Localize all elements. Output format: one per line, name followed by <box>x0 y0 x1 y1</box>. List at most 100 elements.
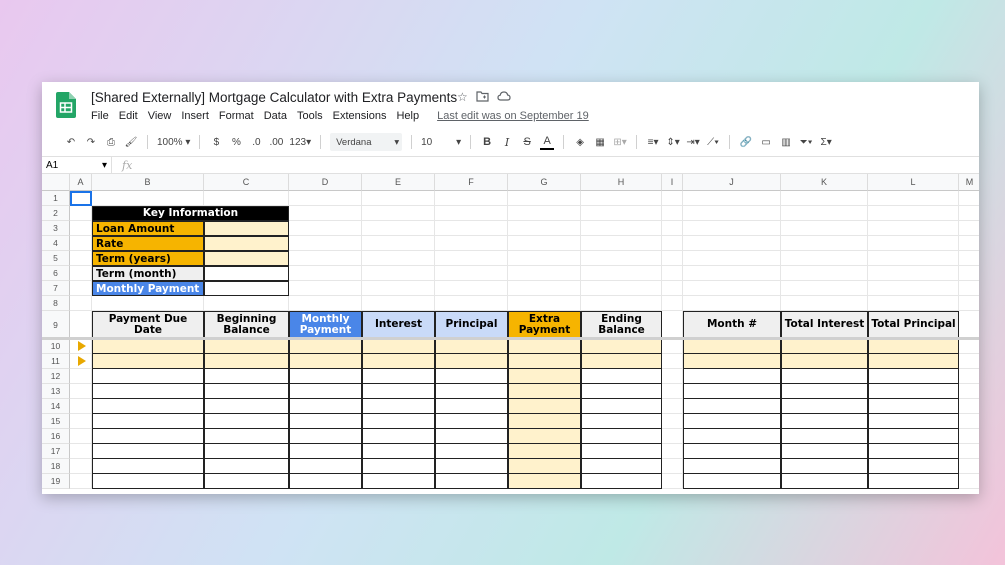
column-header-i[interactable]: I <box>662 174 683 191</box>
grid-cell[interactable] <box>662 384 683 399</box>
grid-cell[interactable] <box>662 354 683 369</box>
paint-format-icon[interactable]: 🖌 <box>124 133 138 151</box>
summary-cell[interactable] <box>683 444 781 459</box>
table-cell[interactable] <box>581 474 662 489</box>
filter-icon[interactable]: ⏷▾ <box>799 133 813 151</box>
grid-cell[interactable] <box>362 221 435 236</box>
fill-color-icon[interactable]: ◈ <box>573 133 587 151</box>
row-header-18[interactable]: 18 <box>42 459 70 474</box>
table-cell[interactable] <box>92 474 204 489</box>
grid-cell[interactable] <box>289 236 362 251</box>
table-cell[interactable] <box>362 339 435 354</box>
table-cell[interactable] <box>508 474 581 489</box>
table-cell[interactable] <box>435 444 508 459</box>
grid-cell[interactable] <box>683 191 781 206</box>
table-cell[interactable] <box>92 414 204 429</box>
summary-cell[interactable] <box>683 399 781 414</box>
table-cell[interactable] <box>581 429 662 444</box>
grid-cell[interactable] <box>683 236 781 251</box>
grid-cell[interactable] <box>508 236 581 251</box>
table-cell[interactable] <box>581 339 662 354</box>
row-header-5[interactable]: 5 <box>42 251 70 266</box>
bold-button[interactable]: B <box>480 133 494 151</box>
grid-cell[interactable] <box>959 266 979 281</box>
menu-tools[interactable]: Tools <box>297 110 323 122</box>
star-icon[interactable]: ☆ <box>457 90 468 104</box>
column-header-f[interactable]: F <box>435 174 508 191</box>
column-header-h[interactable]: H <box>581 174 662 191</box>
column-header-a[interactable]: A <box>70 174 92 191</box>
grid-cell[interactable] <box>868 236 959 251</box>
summary-cell[interactable] <box>781 399 868 414</box>
table-cell[interactable] <box>289 474 362 489</box>
summary-cell[interactable] <box>683 459 781 474</box>
folder-icon[interactable] <box>476 90 489 102</box>
grid-cell[interactable] <box>70 206 92 221</box>
sheets-logo-icon[interactable] <box>56 92 76 118</box>
grid-cell[interactable] <box>362 281 435 296</box>
table-cell[interactable] <box>435 354 508 369</box>
grid-cell[interactable] <box>662 339 683 354</box>
grid-cell[interactable] <box>581 296 662 311</box>
key-info-value-loan-amount[interactable] <box>204 221 289 236</box>
grid-cell[interactable] <box>581 266 662 281</box>
grid-cell[interactable] <box>868 281 959 296</box>
grid-cell[interactable] <box>781 206 868 221</box>
summary-cell[interactable] <box>683 474 781 489</box>
last-edit-link[interactable]: Last edit was on September 19 <box>437 110 589 122</box>
summary-cell[interactable] <box>868 474 959 489</box>
menu-extensions[interactable]: Extensions <box>333 110 387 122</box>
grid-cell[interactable] <box>662 311 683 339</box>
table-cell[interactable] <box>362 459 435 474</box>
grid-cell[interactable] <box>435 266 508 281</box>
summary-cell[interactable] <box>781 354 868 369</box>
summary-cell[interactable] <box>868 414 959 429</box>
table-cell[interactable] <box>435 459 508 474</box>
grid-cell[interactable] <box>662 206 683 221</box>
grid-cell[interactable] <box>662 414 683 429</box>
table-cell[interactable] <box>435 339 508 354</box>
table-cell[interactable] <box>92 354 204 369</box>
table-cell[interactable] <box>581 369 662 384</box>
grid-cell[interactable] <box>435 281 508 296</box>
row-header-7[interactable]: 7 <box>42 281 70 296</box>
row-header-19[interactable]: 19 <box>42 474 70 489</box>
grid-cell[interactable] <box>662 429 683 444</box>
grid-cell[interactable] <box>435 221 508 236</box>
grid-cell[interactable] <box>70 414 92 429</box>
row-header-2[interactable]: 2 <box>42 206 70 221</box>
grid-cell[interactable] <box>683 251 781 266</box>
summary-cell[interactable] <box>868 459 959 474</box>
grid-cell[interactable] <box>435 236 508 251</box>
grid-cell[interactable] <box>683 206 781 221</box>
grid-cell[interactable] <box>362 191 435 206</box>
table-cell[interactable] <box>204 369 289 384</box>
grid-cell[interactable] <box>508 191 581 206</box>
grid-cell[interactable] <box>508 296 581 311</box>
grid-cell[interactable] <box>868 266 959 281</box>
print-icon[interactable]: ⎙ <box>104 133 118 151</box>
font-size-select[interactable]: 10 ▾ <box>421 133 461 151</box>
grid-cell[interactable] <box>683 221 781 236</box>
cloud-icon[interactable] <box>497 90 511 102</box>
grid-cell[interactable] <box>959 384 979 399</box>
key-info-value-monthly-payment[interactable] <box>204 281 289 296</box>
table-cell[interactable] <box>204 429 289 444</box>
grid-cell[interactable] <box>70 266 92 281</box>
grid-cell[interactable] <box>959 281 979 296</box>
grid-cell[interactable] <box>435 191 508 206</box>
grid-cell[interactable] <box>581 236 662 251</box>
table-cell[interactable] <box>362 444 435 459</box>
summary-cell[interactable] <box>683 354 781 369</box>
grid-cell[interactable] <box>70 311 92 339</box>
grid-cell[interactable] <box>362 296 435 311</box>
grid-cell[interactable] <box>959 236 979 251</box>
grid-cell[interactable] <box>508 251 581 266</box>
table-cell[interactable] <box>508 429 581 444</box>
row-header-17[interactable]: 17 <box>42 444 70 459</box>
grid-cell[interactable] <box>662 251 683 266</box>
grid-cell[interactable] <box>581 281 662 296</box>
grid-cell[interactable] <box>508 266 581 281</box>
grid-cell[interactable] <box>70 444 92 459</box>
grid-cell[interactable] <box>508 221 581 236</box>
